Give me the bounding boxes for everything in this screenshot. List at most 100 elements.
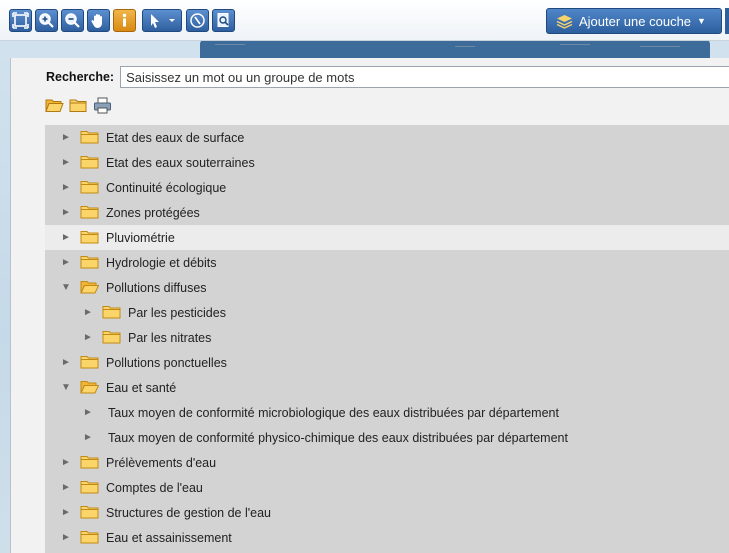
collapsed-arrow-icon[interactable]: ► — [80, 307, 96, 318]
search-input[interactable] — [120, 66, 729, 88]
map-coastline — [640, 46, 680, 47]
query-button[interactable] — [212, 9, 235, 32]
tree-item-label: Structures de gestion de l'eau — [106, 505, 271, 520]
folder-icon — [80, 129, 99, 147]
collapsed-arrow-icon[interactable]: ► — [58, 507, 74, 518]
hand-icon — [91, 14, 102, 28]
folder-icon — [80, 529, 99, 547]
layer-catalog-panel: Recherche: ► Etat des eaux de surface ► Eta… — [10, 58, 729, 553]
tree-tools — [45, 97, 112, 117]
folder-open-icon — [80, 279, 100, 297]
collapsed-arrow-icon[interactable]: ► — [58, 157, 74, 168]
search-label: Recherche: — [46, 70, 115, 84]
collapsed-arrow-icon[interactable]: ► — [80, 407, 96, 418]
tree-item-label: Comptes de l'eau — [106, 480, 203, 495]
expand-all-folder-icon[interactable] — [45, 97, 64, 117]
zoom-extent-icon — [12, 12, 29, 29]
tree-folder-item[interactable]: ► Comptes de l'eau — [45, 475, 729, 500]
collapsed-arrow-icon[interactable]: ► — [58, 207, 74, 218]
tree-item-label: Taux moyen de conformité physico-chimiqu… — [108, 430, 568, 445]
collapsed-arrow-icon[interactable]: ► — [80, 432, 96, 443]
tree-item-label: Prélèvements d'eau — [106, 455, 217, 470]
tree-item-label: Eau et assainissement — [106, 530, 232, 545]
tree-item-label: Par les pesticides — [128, 305, 226, 320]
folder-icon — [80, 154, 99, 172]
tree-folder-item[interactable]: ► Prélèvements d'eau — [45, 450, 729, 475]
info-button[interactable] — [113, 9, 136, 32]
tree-item-label: Pluviométrie — [106, 230, 175, 245]
zoom-out-button[interactable] — [61, 9, 84, 32]
add-layer-label: Ajouter une couche — [579, 13, 692, 29]
tree-folder-item[interactable]: ► Pluviométrie — [45, 225, 729, 250]
folder-icon — [80, 479, 99, 497]
navigate-button[interactable] — [186, 9, 209, 32]
zoom-extent-button[interactable] — [9, 9, 32, 32]
pan-button[interactable] — [87, 9, 110, 32]
compass-icon — [190, 13, 205, 28]
select-tool-dropdown[interactable] — [142, 9, 182, 32]
cursor-icon — [151, 14, 175, 28]
collapsed-arrow-icon[interactable]: ► — [58, 357, 74, 368]
folder-icon — [80, 204, 99, 222]
tree-item-label: Zones protégées — [106, 205, 200, 220]
tree-folder-item[interactable]: ► Structures de gestion de l'eau — [45, 500, 729, 525]
folder-icon — [80, 229, 99, 247]
folder-icon — [80, 354, 99, 372]
collapsed-arrow-icon[interactable]: ► — [80, 332, 96, 343]
map-coastline — [215, 44, 245, 45]
zoom-in-icon — [39, 13, 54, 28]
tree-folder-item[interactable]: ► Continuité écologique — [45, 175, 729, 200]
tree-item-label: Eau et santé — [106, 380, 177, 395]
folder-icon — [80, 179, 99, 197]
document-search-icon — [217, 13, 229, 27]
tree-folder-item[interactable]: ► Par les nitrates — [45, 325, 729, 350]
folder-open-icon — [80, 379, 100, 397]
tree-item-label: Etat des eaux de surface — [106, 130, 245, 145]
tree-folder-item[interactable]: ► Par les pesticides — [45, 300, 729, 325]
toolbar-edge-button[interactable] — [725, 8, 729, 34]
collapsed-arrow-icon[interactable]: ► — [58, 257, 74, 268]
folder-icon — [102, 304, 121, 322]
collapsed-arrow-icon[interactable]: ► — [58, 232, 74, 243]
collapse-all-folder-icon[interactable] — [69, 97, 88, 117]
collapsed-arrow-icon[interactable]: ► — [58, 182, 74, 193]
tree-folder-item[interactable]: ► Etat des eaux de surface — [45, 125, 729, 150]
tree-item-label: Taux moyen de conformité microbiologique… — [108, 405, 559, 420]
tree-folder-item[interactable]: ► Hydrologie et débits — [45, 250, 729, 275]
layers-icon — [556, 14, 573, 29]
layer-tree: ► Etat des eaux de surface ► Etat des eaux … — [45, 125, 729, 553]
folder-icon — [80, 454, 99, 472]
tree-item-label: Continuité écologique — [106, 180, 227, 195]
tree-item-label: Pollutions diffuses — [106, 280, 207, 295]
zoom-in-button[interactable] — [35, 9, 58, 32]
tree-item-label: Pollutions ponctuelles — [106, 355, 227, 370]
tree-folder-item[interactable]: ► Pollutions ponctuelles — [45, 350, 729, 375]
tree-folder-item[interactable]: ► Eau et assainissement — [45, 525, 729, 550]
tree-item-label: Hydrologie et débits — [106, 255, 217, 270]
tree-folder-item[interactable]: ► Zones protégées — [45, 200, 729, 225]
collapsed-arrow-icon[interactable]: ► — [58, 482, 74, 493]
tree-item-label: Etat des eaux souterraines — [106, 155, 255, 170]
add-layer-button[interactable]: Ajouter une couche ▼ — [546, 8, 722, 34]
tree-item-label: Par les nitrates — [128, 330, 212, 345]
folder-icon — [102, 329, 121, 347]
collapsed-arrow-icon[interactable]: ► — [58, 532, 74, 543]
info-icon — [122, 13, 127, 27]
tree-folder-item[interactable]: ▼ Pollutions diffuses — [45, 275, 729, 300]
chevron-down-icon: ▼ — [697, 16, 706, 26]
tree-layer-item[interactable]: ► Taux moyen de conformité microbiologiqu… — [45, 400, 729, 425]
map-coastline — [455, 46, 475, 47]
print-icon[interactable] — [93, 97, 112, 117]
search-row: Recherche: — [46, 66, 729, 88]
folder-icon — [80, 254, 99, 272]
expanded-arrow-icon[interactable]: ▼ — [58, 282, 74, 293]
zoom-out-icon — [65, 13, 80, 28]
tree-folder-item[interactable]: ► Etat des eaux souterraines — [45, 150, 729, 175]
tree-layer-item[interactable]: ► Taux moyen de conformité physico-chimiq… — [45, 425, 729, 450]
map-coastline — [560, 44, 590, 45]
tree-folder-item[interactable]: ▼ Eau et santé — [45, 375, 729, 400]
collapsed-arrow-icon[interactable]: ► — [58, 457, 74, 468]
expanded-arrow-icon[interactable]: ▼ — [58, 382, 74, 393]
map-toolbar: Ajouter une couche ▼ — [0, 0, 729, 41]
collapsed-arrow-icon[interactable]: ► — [58, 132, 74, 143]
